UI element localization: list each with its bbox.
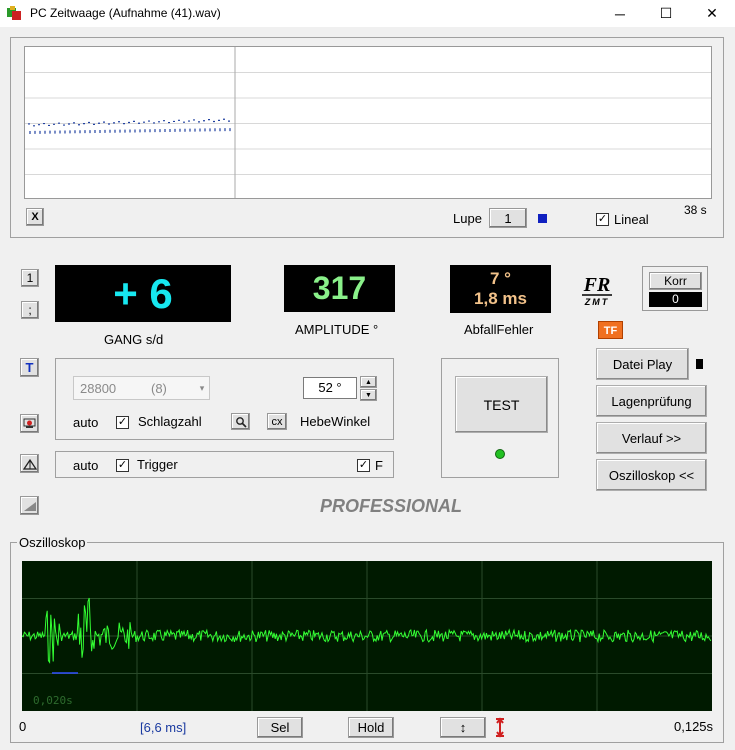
cursor-icon[interactable] xyxy=(493,717,507,738)
trigger-icon-button[interactable] xyxy=(20,454,39,473)
svg-text:ZMT: ZMT xyxy=(584,297,610,307)
abfall-display: 7 ° 1,8 ms xyxy=(450,265,551,313)
wedge-icon xyxy=(23,501,36,511)
record-icon xyxy=(23,418,36,428)
color-square-icon[interactable] xyxy=(538,214,547,223)
lupe-label: Lupe xyxy=(453,211,482,226)
app-icon xyxy=(7,6,21,20)
test-button[interactable]: TEST xyxy=(455,376,548,433)
vertical-scale-button[interactable]: ↕ xyxy=(440,717,486,738)
oszilloskop-button[interactable]: Oszilloskop << xyxy=(596,459,707,491)
schlagzahl-select[interactable]: 28800 (8) ▾ xyxy=(73,376,210,400)
maximize-button[interactable]: ☐ xyxy=(643,0,689,27)
trigger-panel: auto ✓ Trigger ✓ F xyxy=(55,451,394,478)
cx-button[interactable]: cx xyxy=(267,413,287,430)
search-icon xyxy=(235,416,247,428)
hebewinkel-down-button[interactable]: ▼ xyxy=(360,389,377,401)
rate-graph-panel: X Lupe 1 ✓ Lineal 38 s xyxy=(10,37,724,238)
f-checkbox[interactable]: ✓ xyxy=(357,459,370,472)
schlagzahl-checkbox[interactable]: ✓ xyxy=(116,416,129,429)
mode-semicolon-button[interactable]: ; xyxy=(21,301,39,319)
record-icon-button[interactable] xyxy=(20,414,39,433)
clear-graph-button[interactable]: X xyxy=(26,208,44,226)
chevron-down-icon: ▾ xyxy=(199,383,205,393)
status-led xyxy=(495,449,505,459)
gang-label: GANG s/d xyxy=(104,332,164,347)
f-label: F xyxy=(375,458,383,473)
osc-start-label: 0 xyxy=(19,719,27,734)
gang-display: + 6 xyxy=(55,265,231,322)
rate-graph[interactable] xyxy=(24,46,712,199)
search-button[interactable] xyxy=(231,413,250,430)
datei-play-button[interactable]: Datei Play xyxy=(596,348,689,380)
auto-schlagzahl-label: auto xyxy=(73,415,99,430)
graph-trace-upper xyxy=(28,118,230,127)
settings-panel: 28800 (8) ▾ auto ✓ Schlagzahl cx 52 ° ▲ … xyxy=(55,358,394,440)
oscilloscope-plot[interactable] xyxy=(22,561,712,711)
hold-button[interactable]: Hold xyxy=(348,717,394,738)
fr-zmt-logo: FR ZMT xyxy=(578,271,616,309)
verlauf-button[interactable]: Verlauf >> xyxy=(596,422,707,454)
auto-trigger-label: auto xyxy=(73,458,99,473)
title-bar: PC Zeitwaage (Aufnahme (41).wav) ─ ☐ ✕ xyxy=(0,0,735,27)
trigger-checkbox[interactable]: ✓ xyxy=(116,459,129,472)
minimize-button[interactable]: ─ xyxy=(597,0,643,27)
test-panel: TEST xyxy=(441,358,559,478)
abfall-label: AbfallFehler xyxy=(464,322,534,337)
hebewinkel-label: HebeWinkel xyxy=(300,414,371,429)
wedge-icon-button[interactable] xyxy=(20,496,39,515)
korr-button[interactable]: Korr xyxy=(649,272,702,290)
amplitude-label: AMPLITUDE ° xyxy=(295,322,379,337)
amplitude-display: 317 xyxy=(284,265,395,312)
oszilloskop-group-label: Oszilloskop xyxy=(17,535,88,550)
marker-readout: [6,6 ms] xyxy=(140,720,187,735)
tf-badge[interactable]: TF xyxy=(598,321,623,339)
mode-1-button[interactable]: 1 xyxy=(21,269,39,287)
lupe-button[interactable]: 1 xyxy=(489,208,527,228)
lineal-checkbox[interactable]: ✓ xyxy=(596,213,609,226)
close-button[interactable]: ✕ xyxy=(689,0,735,27)
edition-label: PROFESSIONAL xyxy=(320,496,463,516)
lineal-label: Lineal xyxy=(614,212,649,227)
korr-value: 0 xyxy=(649,292,702,307)
play-indicator xyxy=(696,359,703,369)
hebewinkel-up-button[interactable]: ▲ xyxy=(360,376,377,388)
time-label: 38 s xyxy=(684,203,707,217)
window-title: PC Zeitwaage (Aufnahme (41).wav) xyxy=(30,6,221,20)
osc-end-label: 0,125s xyxy=(674,719,714,734)
schlagzahl-label: Schlagzahl xyxy=(138,414,202,429)
graph-trace-lower xyxy=(29,128,231,134)
lagenpruefung-button[interactable]: Lagenprüfung xyxy=(596,385,707,417)
osc-time-overlay: 0,020s xyxy=(33,694,73,707)
korr-box: Korr 0 xyxy=(642,266,708,311)
svg-text:FR: FR xyxy=(583,274,611,296)
sel-button[interactable]: Sel xyxy=(257,717,303,738)
t-button[interactable]: T xyxy=(20,358,39,377)
trigger-label: Trigger xyxy=(137,457,178,472)
hebewinkel-input[interactable]: 52 ° xyxy=(303,377,357,399)
trigger-icon xyxy=(22,458,37,470)
